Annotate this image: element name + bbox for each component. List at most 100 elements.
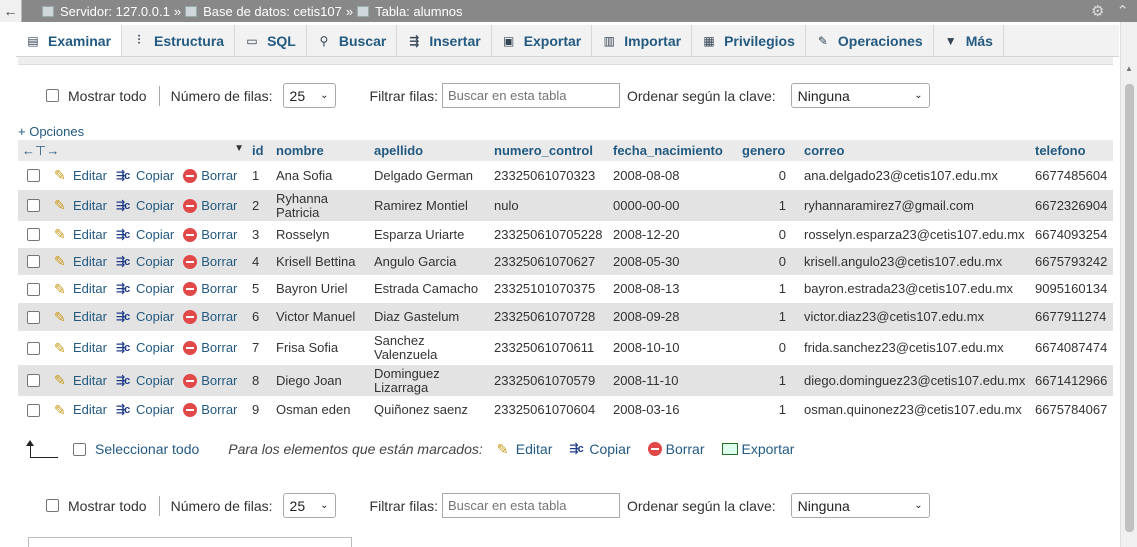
tab-operaciones[interactable]: ✎ Operaciones [806,25,934,56]
cell-telefono: 6677911274 [1031,303,1113,331]
tab-estructura[interactable]: ⫶ Estructura [122,25,236,56]
row-edit-link[interactable]: ✎ Editar [54,227,107,242]
show-all-checkbox[interactable] [46,89,59,102]
bulk-edit-button[interactable]: ✎ Editar [497,441,553,457]
column-header[interactable]: fecha_nacimiento [609,140,738,161]
row-copy-link[interactable]: ⇶c Copiar [116,253,175,269]
sort-key-select[interactable]: Ninguna ⌄ [790,83,930,108]
tab-insertar[interactable]: ⇶ Insertar [397,25,492,56]
row-delete-label: Borrar [201,226,238,242]
row-delete-link[interactable]: Borrar [183,310,237,324]
row-edit-label: Editar [73,197,107,213]
row-checkbox[interactable] [27,228,40,241]
row-delete-link[interactable]: Borrar [183,403,237,417]
bulk-delete-button[interactable]: Borrar [647,441,705,457]
cell-apellido: Angulo Garcia [370,248,490,275]
row-copy-link[interactable]: ⇶c Copiar [116,282,174,296]
cell-nombre: Frisa Sofia [272,331,370,365]
row-edit-link[interactable]: ✎ Editar [54,309,107,325]
tab-importar[interactable]: ▥ Importar [592,25,693,56]
column-expand-header[interactable]: ←⊤→ ▼ [18,140,248,161]
tab-sql[interactable]: ▭ SQL [235,25,307,56]
row-checkbox[interactable] [27,341,40,355]
row-edit-link[interactable]: ✎ Editar [54,373,107,388]
column-header[interactable]: telefono [1031,140,1113,161]
row-edit-link[interactable]: ✎ Editar [54,198,107,213]
tab-exportar[interactable]: ▣ Exportar [492,25,593,56]
tab-privilegios[interactable]: ▦ Privilegios [692,25,806,56]
show-all-checkbox[interactable] [46,499,59,512]
arrow-up-icon [26,440,58,458]
sort-key-select[interactable]: Ninguna ⌄ [790,493,930,518]
row-delete-link[interactable]: Borrar [183,226,238,242]
row-edit-link[interactable]: ✎ Editar [54,401,107,418]
filter-input[interactable]: Buscar en esta tabla [441,83,620,108]
bulk-export-button[interactable]: Exportar [721,441,794,457]
copy-icon: ⇶c [115,199,130,212]
row-checkbox[interactable] [27,199,40,212]
row-delete-link[interactable]: Borrar [183,198,237,213]
num-rows-select[interactable]: 25 ⌄ [282,493,336,518]
cell-genero: 0 [738,248,800,275]
cell-id: 7 [248,331,272,365]
row-delete-label: Borrar [201,281,238,296]
back-arrow-icon[interactable]: ← [0,0,22,22]
vertical-scrollbar[interactable]: ▲ [1120,22,1137,547]
row-checkbox[interactable] [27,403,40,417]
pencil-icon: ✎ [54,401,66,418]
column-header[interactable]: genero [738,140,800,161]
row-checkbox[interactable] [27,282,40,296]
row-delete-link[interactable]: Borrar [183,168,237,183]
row-delete-link[interactable]: Borrar [183,373,237,388]
bulk-copy-button[interactable]: ⇶c Copiar [569,441,630,457]
filter-input[interactable]: Buscar en esta tabla [441,493,620,518]
chevron-down-icon[interactable]: ▼ [234,143,244,154]
collapse-icon[interactable]: ⌃ [1116,2,1129,20]
row-copy-link[interactable]: ⇶c Copiar [116,372,175,388]
row-checkbox[interactable] [27,310,40,324]
cell-apellido: Sanchez Valenzuela [370,331,490,365]
column-header[interactable]: nombre [272,140,370,161]
num-rows-select[interactable]: 25 ⌄ [282,83,336,108]
tab-examinar[interactable]: ▤ Examinar [16,25,123,56]
row-delete-link[interactable]: Borrar [183,254,237,269]
row-edit-link[interactable]: ✎ Editar [54,254,107,269]
breadcrumb-table[interactable]: Tabla: alumnos [375,4,462,19]
tab-mas[interactable]: ▼ Más [934,25,1004,56]
row-checkbox[interactable] [27,169,40,182]
row-copy-link[interactable]: ⇶c Copiar [116,310,174,324]
row-edit-link[interactable]: ✎ Editar [54,340,107,356]
cell-fecha-nacimiento: 2008-03-16 [609,396,738,424]
cell-nombre: Diego Joan [272,365,370,396]
column-header[interactable]: numero_control [490,140,609,161]
row-delete-link[interactable]: Borrar [183,341,237,355]
row-copy-link[interactable]: ⇶c Copiar [116,341,174,355]
row-checkbox[interactable] [27,255,40,268]
column-header[interactable]: correo [800,140,1031,161]
delete-icon [183,341,198,355]
column-header[interactable]: apellido [370,140,490,161]
tab-buscar[interactable]: ⚲ Buscar [307,25,398,56]
row-copy-link[interactable]: ⇶c Copiar [116,403,174,417]
tab-label: Exportar [523,32,582,49]
row-copy-label: Copiar [135,253,175,269]
options-link[interactable]: + Opciones [18,124,84,139]
settings-icon[interactable]: ⚙ [1091,2,1104,20]
cell-numero-control: 233250610705228 [490,221,609,248]
row-copy-label: Copiar [135,372,175,388]
select-all-link[interactable]: Seleccionar todo [95,441,199,457]
cell-correo: frida.sanchez23@cetis107.edu.mx [800,331,1031,365]
row-copy-link[interactable]: ⇶c Copiar [116,227,174,242]
row-delete-link[interactable]: Borrar [183,282,237,296]
select-all-checkbox[interactable] [73,442,86,456]
column-header[interactable]: id [248,140,272,161]
scrollbar-thumb[interactable] [1125,84,1134,532]
row-edit-link[interactable]: ✎ Editar [54,281,107,297]
breadcrumb-server[interactable]: Servidor: 127.0.0.1 [60,4,170,19]
row-copy-link[interactable]: ⇶c Copiar [115,198,174,213]
row-copy-link[interactable]: ⇶c Copiar [116,168,174,183]
row-checkbox[interactable] [27,374,40,387]
scroll-up-icon[interactable]: ▲ [1125,64,1133,73]
breadcrumb-database[interactable]: Base de datos: cetis107 [203,4,342,19]
row-edit-link[interactable]: ✎ Editar [54,168,107,183]
